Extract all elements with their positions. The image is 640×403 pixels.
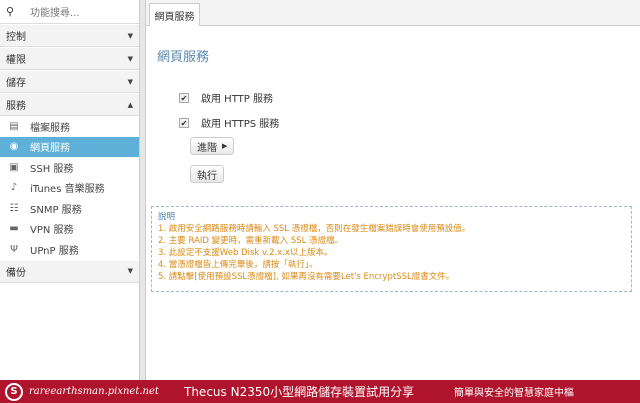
section-services[interactable]: 服務 ▲ — [0, 93, 139, 116]
apply-button[interactable]: 執行 — [190, 165, 224, 183]
vpn-icon: ▬ — [9, 223, 19, 235]
checkbox-checked-icon[interactable]: ✔ — [179, 117, 189, 128]
section-label: 控制 — [6, 32, 26, 43]
advanced-label: 進階 — [197, 142, 217, 154]
section-permissions[interactable]: 權限 ▼ — [0, 47, 139, 70]
terminal-icon: ▣ — [9, 161, 19, 173]
content-panel: 網頁服務 ✔ 啟用 HTTP 服務 ✔ 啟用 HTTPS 服務 進階 ▶ 執行 說明 … — [146, 25, 640, 380]
watermark-banner: S rareearthsman.pixnet.net Thecus N2350小… — [0, 380, 640, 403]
apply-label: 執行 — [197, 170, 217, 182]
page-title: 網頁服務 — [157, 50, 210, 65]
section-storage[interactable]: 儲存 ▼ — [0, 70, 139, 93]
splitter[interactable] — [139, 0, 146, 380]
http-checkbox[interactable]: ✔ 啟用 HTTP 服務 — [179, 90, 273, 105]
antenna-icon: Ψ — [10, 243, 18, 255]
section-control[interactable]: 控制 ▼ — [0, 24, 139, 47]
info-line: 1. 啟用安全網路服務時請輸入 SSL 憑證檔，否則在發生檔案錯誤時會使用預設值… — [158, 224, 471, 234]
blog-logo-icon: S — [5, 382, 23, 401]
item-label: VPN 服務 — [30, 225, 74, 237]
info-line: 5. 請點擊[使用預設SSL憑證檔], 如果再沒有需要Let's Encrypt… — [158, 272, 455, 282]
sidebar: ⚲ 功能搜尋... 控制 ▼ 權限 ▼ 儲存 ▼ 服務 ▲ ▤ 檔案服務 ◉ 網頁服務 ▣ SS… — [0, 0, 139, 380]
info-line: 4. 當憑證檔皆上傳完畢後，請按「執行」。 — [158, 260, 318, 270]
advanced-button[interactable]: 進階 ▶ — [190, 137, 235, 155]
network-icon: ☷ — [9, 202, 19, 214]
sidebar-item-upnp[interactable]: Ψ UPnP 服務 — [0, 239, 139, 260]
sidebar-item-itunes[interactable]: ♪ iTunes 音樂服務 — [0, 178, 139, 199]
main-panel: 網頁服務 ✔ 啟用 HTTP 服務 ✔ 啟用 HTTPS 服務 進階 ▶ 執行 說明 … — [146, 0, 640, 380]
section-label: 備份 — [6, 267, 26, 279]
item-label: 檔案服務 — [30, 122, 70, 134]
section-label: 儲存 — [6, 78, 26, 89]
http-label: 啟用 HTTP 服務 — [201, 94, 273, 105]
section-label: 權限 — [6, 55, 26, 66]
info-heading: 說明 — [158, 212, 176, 222]
info-box: 說明 1. 啟用安全網路服務時請輸入 SSL 憑證檔，否則在發生檔案錯誤時會使用… — [151, 206, 632, 292]
sidebar-item-web-service[interactable]: ◉ 網頁服務 — [0, 136, 139, 157]
section-label: 服務 — [6, 101, 26, 112]
banner-title: Thecus N2350小型網路儲存裝置試用分享 — [184, 385, 415, 399]
info-line: 3. 此設定不支援Web Disk v.2.x.x以上版本。 — [158, 248, 333, 258]
sidebar-item-vpn[interactable]: ▬ VPN 服務 — [0, 219, 139, 240]
chevron-right-icon: ▶ — [222, 142, 228, 150]
section-backup[interactable]: 備份 ▼ — [0, 259, 139, 283]
item-label: UPnP 服務 — [30, 245, 79, 257]
search-input[interactable]: 功能搜尋... — [30, 4, 80, 19]
checkbox-checked-icon[interactable]: ✔ — [179, 92, 189, 103]
https-label: 啟用 HTTPS 服務 — [201, 119, 280, 130]
banner-site: rareearthsman.pixnet.net — [29, 386, 159, 397]
globe-icon: ◉ — [9, 141, 19, 153]
chevron-up-icon: ▲ — [127, 100, 133, 109]
chevron-down-icon: ▼ — [127, 77, 133, 86]
info-line: 2. 主要 RAID 變更時，需重新載入 SSL 憑證檔。 — [158, 236, 344, 246]
item-label: iTunes 音樂服務 — [30, 184, 105, 196]
sidebar-item-file-service[interactable]: ▤ 檔案服務 — [0, 116, 139, 137]
sidebar-item-snmp[interactable]: ☷ SNMP 服務 — [0, 198, 139, 219]
search-box[interactable]: ⚲ 功能搜尋... — [0, 0, 139, 24]
sidebar-item-ssh[interactable]: ▣ SSH 服務 — [0, 157, 139, 178]
chevron-down-icon: ▼ — [127, 31, 133, 40]
https-checkbox[interactable]: ✔ 啟用 HTTPS 服務 — [179, 115, 279, 130]
chevron-down-icon: ▼ — [127, 54, 133, 63]
music-icon: ♪ — [10, 182, 18, 194]
item-label: 網頁服務 — [30, 143, 70, 155]
folder-icon: ▤ — [9, 120, 19, 132]
item-label: SNMP 服務 — [30, 204, 82, 216]
search-icon: ⚲ — [6, 5, 15, 18]
item-label: SSH 服務 — [30, 163, 74, 175]
tab-web-service[interactable]: 網頁服務 — [149, 3, 200, 26]
chevron-down-icon: ▼ — [127, 267, 133, 275]
banner-slogan: 簡單與安全的智慧家庭中樞 — [454, 388, 574, 399]
